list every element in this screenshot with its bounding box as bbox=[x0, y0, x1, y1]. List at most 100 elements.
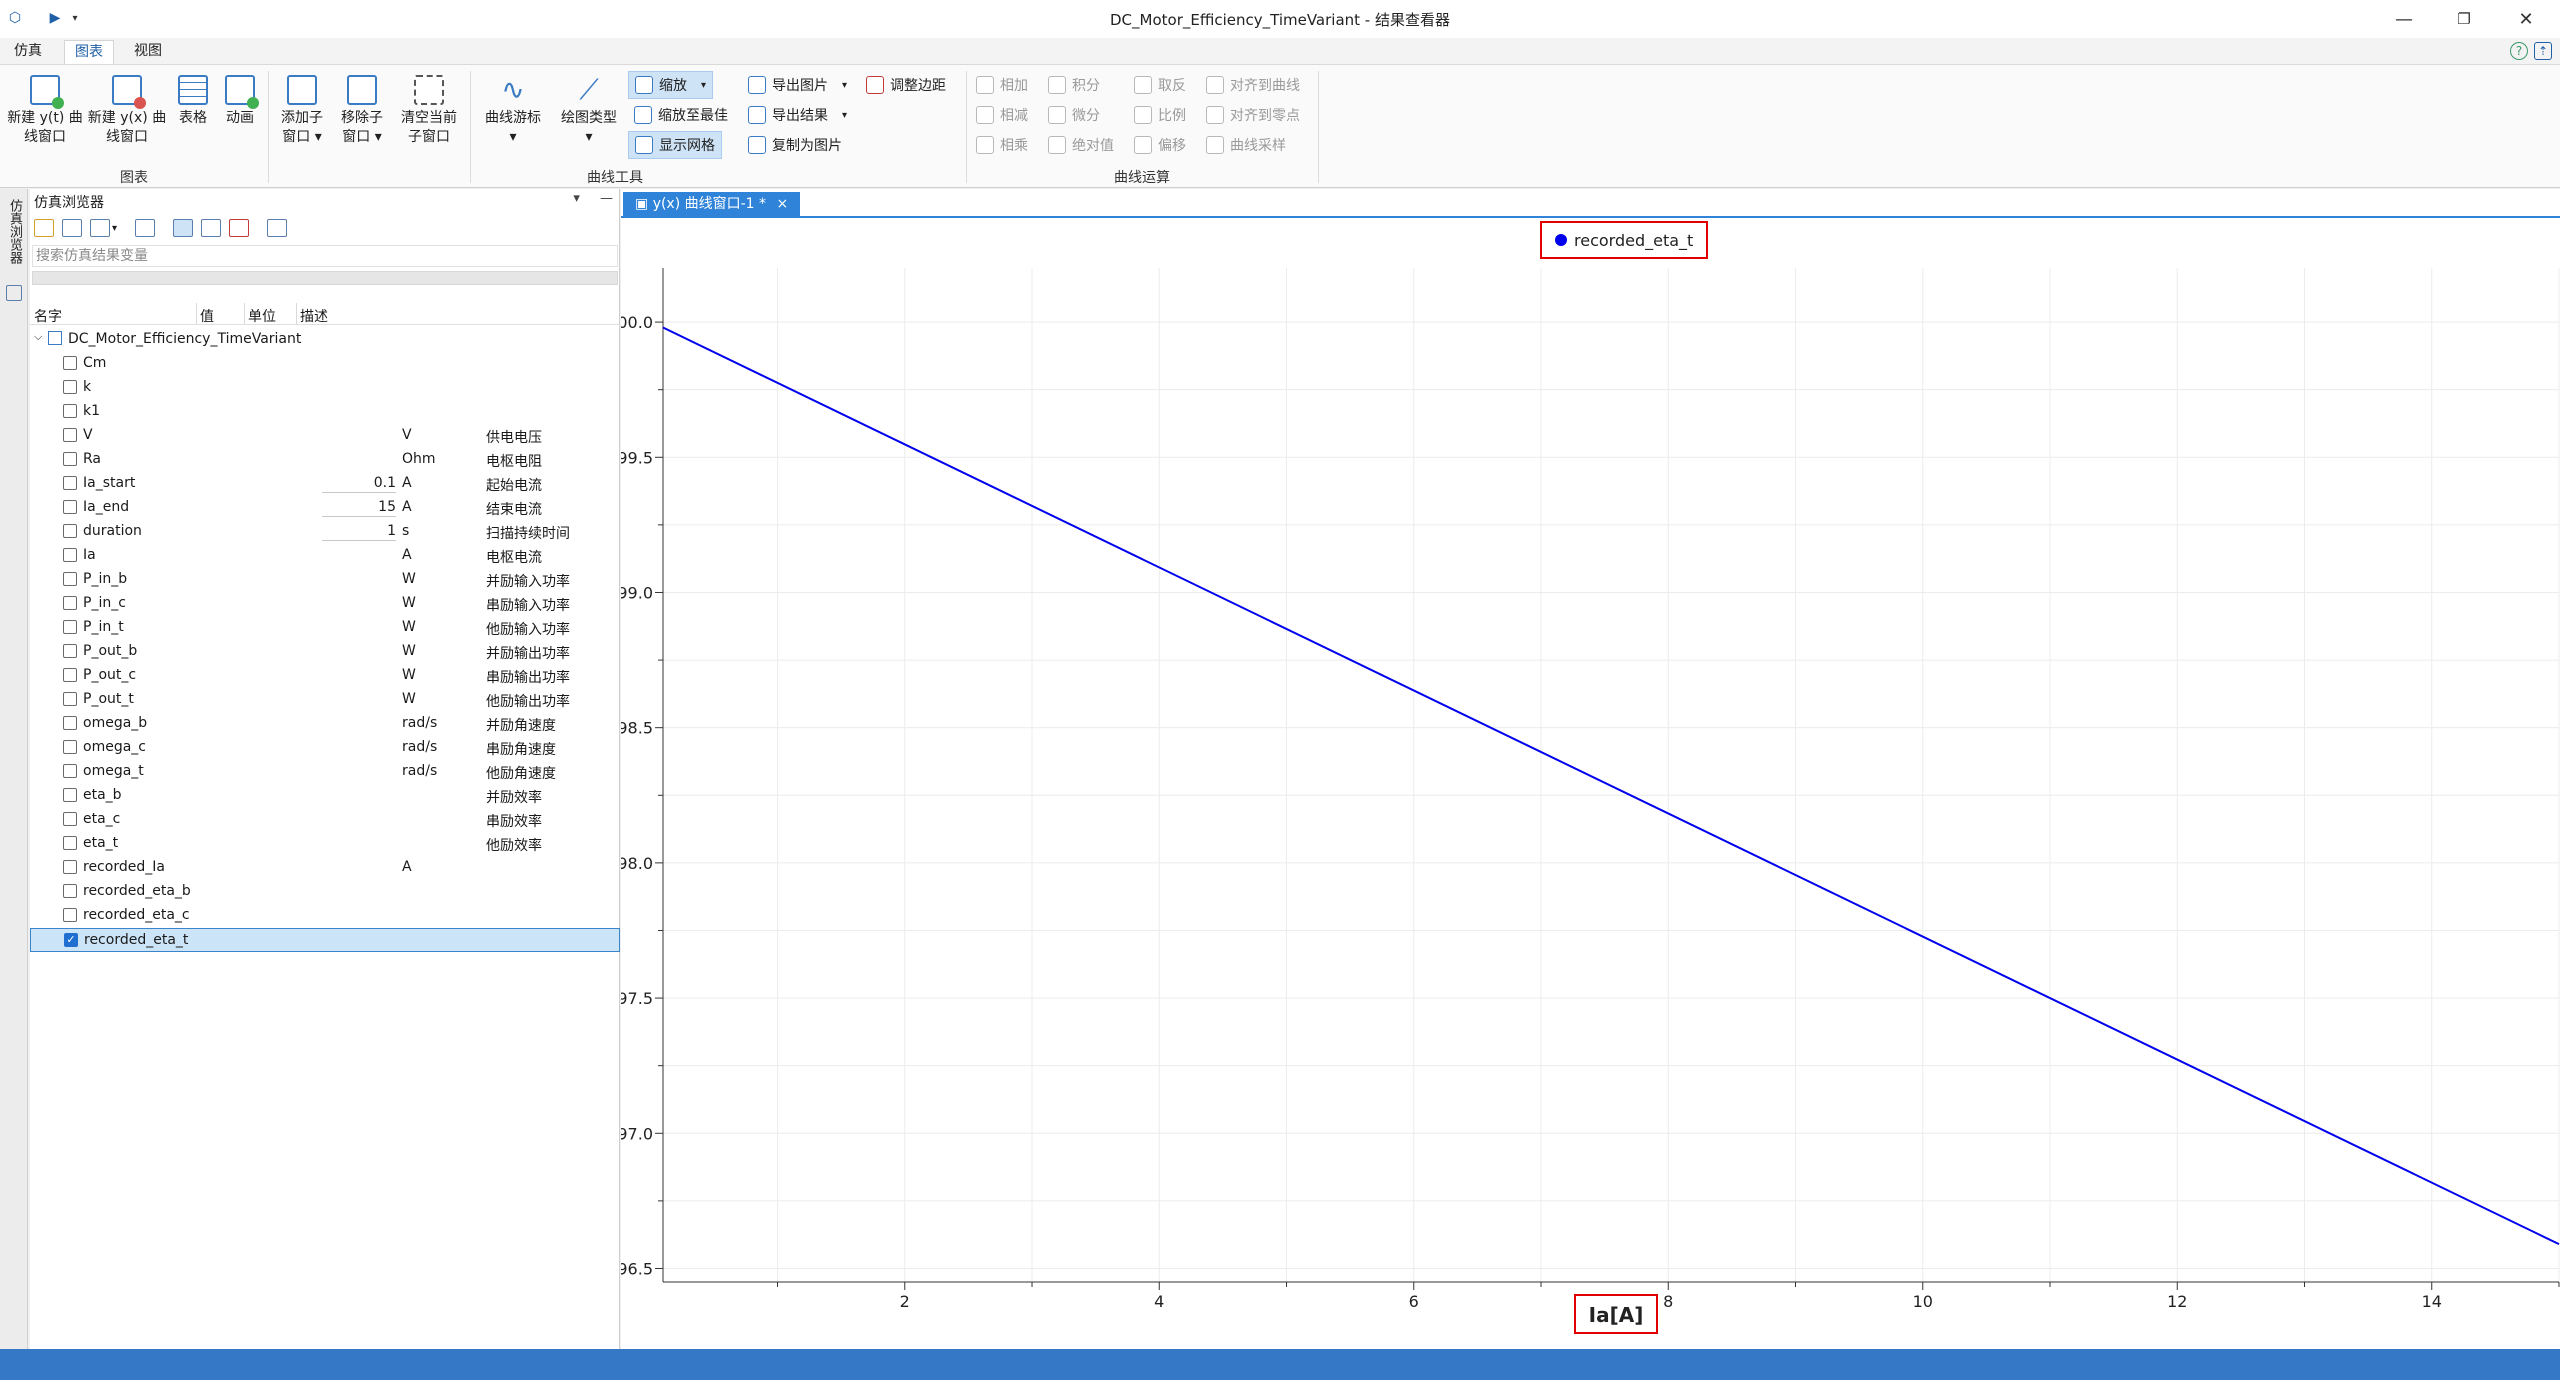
variable-row[interactable]: V V 供电电压 bbox=[30, 424, 620, 448]
plot-type-button[interactable]: ⟋ 绘图类型 ▾ bbox=[552, 75, 626, 147]
variable-checkbox[interactable] bbox=[63, 500, 77, 514]
tab-chart[interactable]: 图表 bbox=[64, 40, 114, 64]
variable-row[interactable]: eta_c 串励效率 bbox=[30, 808, 620, 832]
panel-pin-icon[interactable]: ▾ bbox=[573, 191, 580, 206]
variable-value[interactable]: 0.1 bbox=[322, 475, 396, 493]
op-align-zero-button[interactable]: 对齐到零点 bbox=[1206, 101, 1300, 129]
variable-checkbox[interactable] bbox=[63, 908, 77, 922]
tab-view[interactable]: 视图 bbox=[124, 40, 172, 64]
variable-checkbox[interactable] bbox=[63, 380, 77, 394]
variable-row[interactable]: omega_b rad/s 并励角速度 bbox=[30, 712, 620, 736]
zoom-button[interactable]: 缩放 ▾ bbox=[628, 71, 714, 99]
expand-chevron-icon[interactable]: ⌵ bbox=[34, 330, 42, 344]
variable-row[interactable]: eta_b 并励效率 bbox=[30, 784, 620, 808]
minimize-button[interactable]: — bbox=[2374, 0, 2434, 38]
clear-subwindow-button[interactable]: 清空当前 子窗口 bbox=[394, 75, 464, 147]
op-scale-button[interactable]: 比例 bbox=[1134, 101, 1186, 129]
variable-row[interactable]: omega_t rad/s 他励角速度 bbox=[30, 760, 620, 784]
copy-image-button[interactable]: 复制为图片 bbox=[748, 131, 842, 159]
adjust-margin-button[interactable]: 调整边距 bbox=[866, 71, 946, 99]
side-tab-second-icon[interactable] bbox=[6, 285, 22, 301]
op-negate-button[interactable]: 取反 bbox=[1134, 71, 1186, 99]
tab-simulation[interactable]: 仿真 bbox=[4, 40, 52, 64]
variable-checkbox[interactable] bbox=[63, 644, 77, 658]
op-sample-button[interactable]: 曲线采样 bbox=[1206, 131, 1286, 159]
op-offset-button[interactable]: 偏移 bbox=[1134, 131, 1186, 159]
variable-checkbox[interactable] bbox=[63, 860, 77, 874]
variable-row[interactable]: Ra Ohm 电枢电阻 bbox=[30, 448, 620, 472]
variable-value[interactable]: 1 bbox=[322, 523, 396, 541]
variable-checkbox[interactable] bbox=[63, 620, 77, 634]
variable-checkbox[interactable] bbox=[63, 548, 77, 562]
column-unit[interactable]: 单位 bbox=[248, 306, 276, 326]
op-align-curve-button[interactable]: 对齐到曲线 bbox=[1206, 71, 1300, 99]
variable-row[interactable]: Cm bbox=[30, 352, 620, 376]
animation-button[interactable]: 动画 bbox=[218, 75, 262, 128]
table-view-icon[interactable] bbox=[90, 219, 110, 237]
column-desc[interactable]: 描述 bbox=[300, 306, 328, 326]
curve-cursor-button[interactable]: ∿ 曲线游标 ▾ bbox=[474, 75, 552, 147]
list-icon[interactable] bbox=[201, 219, 222, 237]
variable-checkbox[interactable] bbox=[63, 452, 77, 466]
variable-checkbox[interactable] bbox=[63, 572, 77, 586]
filter-icon[interactable] bbox=[173, 219, 194, 237]
new-yt-window-button[interactable]: 新建 y(t) 曲 线窗口 bbox=[4, 75, 86, 147]
variable-checkbox[interactable] bbox=[63, 692, 77, 706]
export-image-button[interactable]: 导出图片 ▾ bbox=[748, 71, 847, 99]
tree-root-model[interactable]: ⌵ DC_Motor_Efficiency_TimeVariant bbox=[30, 328, 620, 350]
variable-row[interactable]: eta_t 他励效率 bbox=[30, 832, 620, 856]
variable-checkbox[interactable] bbox=[63, 668, 77, 682]
variable-row[interactable]: P_in_b W 并励输入功率 bbox=[30, 568, 620, 592]
variable-checkbox[interactable] bbox=[63, 764, 77, 778]
variable-search-input[interactable] bbox=[32, 245, 618, 267]
variable-checkbox[interactable] bbox=[63, 812, 77, 826]
close-button[interactable]: ✕ bbox=[2496, 0, 2556, 38]
op-differentiate-button[interactable]: 微分 bbox=[1048, 101, 1100, 129]
variable-row[interactable]: Ia A 电枢电流 bbox=[30, 544, 620, 568]
panel-minimize-button[interactable]: — bbox=[600, 191, 613, 206]
variable-value[interactable]: 15 bbox=[322, 499, 396, 517]
show-grid-button[interactable]: 显示网格 bbox=[628, 131, 722, 159]
op-multiply-button[interactable]: 相乘 bbox=[976, 131, 1028, 159]
column-name[interactable]: 名字 bbox=[34, 306, 62, 326]
export-image-dropdown-icon[interactable]: ▾ bbox=[842, 80, 847, 91]
save-icon[interactable] bbox=[62, 219, 82, 237]
variable-row[interactable]: k bbox=[30, 376, 620, 400]
remove-subwindow-button[interactable]: 移除子 窗口 ▾ bbox=[332, 75, 392, 147]
yx-plot[interactable]: 2 4 6 8 10 12 14 96.5 97.0 97.5 98.0 98.5 99.0 99.5 10… bbox=[621, 218, 2560, 1349]
export-result-dropdown-icon[interactable]: ▾ bbox=[842, 110, 847, 121]
variable-checkbox[interactable] bbox=[63, 788, 77, 802]
op-subtract-button[interactable]: 相减 bbox=[976, 101, 1028, 129]
help-icon[interactable]: ? bbox=[2510, 42, 2528, 60]
curve-icon[interactable] bbox=[229, 219, 250, 237]
doc-tab-yx-window[interactable]: ▣ y(x) 曲线窗口-1 * × bbox=[623, 192, 801, 216]
options-icon[interactable]: ⇡ bbox=[2534, 42, 2552, 60]
variable-row[interactable]: Ia_start 0.1 A 起始电流 bbox=[30, 472, 620, 496]
add-subwindow-button[interactable]: 添加子 窗口 ▾ bbox=[272, 75, 332, 147]
zoom-dropdown-icon[interactable]: ▾ bbox=[701, 80, 706, 91]
variable-row[interactable]: duration 1 s 扫描持续时间 bbox=[30, 520, 620, 544]
variable-row[interactable]: P_in_t W 他励输入功率 bbox=[30, 616, 620, 640]
zoom-best-button[interactable]: 缩放至最佳 bbox=[634, 101, 728, 129]
view-dropdown-icon[interactable]: ▾ bbox=[112, 223, 117, 234]
column-value[interactable]: 值 bbox=[200, 306, 214, 326]
variable-checkbox[interactable] bbox=[63, 524, 77, 538]
op-integrate-button[interactable]: 积分 bbox=[1048, 71, 1100, 99]
collapse-icon[interactable] bbox=[267, 219, 288, 237]
variable-checkbox[interactable] bbox=[63, 428, 77, 442]
plot-icon[interactable] bbox=[135, 219, 156, 237]
variable-checkbox[interactable] bbox=[63, 884, 77, 898]
variable-row[interactable]: P_out_b W 并励输出功率 bbox=[30, 640, 620, 664]
table-button[interactable]: 表格 bbox=[172, 75, 214, 128]
variable-checkbox[interactable] bbox=[63, 404, 77, 418]
variable-row[interactable]: omega_c rad/s 串励角速度 bbox=[30, 736, 620, 760]
variable-checkbox[interactable]: ✓ bbox=[64, 933, 78, 947]
variable-checkbox[interactable] bbox=[63, 716, 77, 730]
open-folder-icon[interactable] bbox=[34, 219, 54, 237]
variable-checkbox[interactable] bbox=[63, 740, 77, 754]
variable-checkbox[interactable] bbox=[63, 476, 77, 490]
variable-row[interactable]: P_in_c W 串励输入功率 bbox=[30, 592, 620, 616]
export-result-button[interactable]: 导出结果 ▾ bbox=[748, 101, 847, 129]
op-add-button[interactable]: 相加 bbox=[976, 71, 1028, 99]
variable-checkbox[interactable] bbox=[63, 596, 77, 610]
